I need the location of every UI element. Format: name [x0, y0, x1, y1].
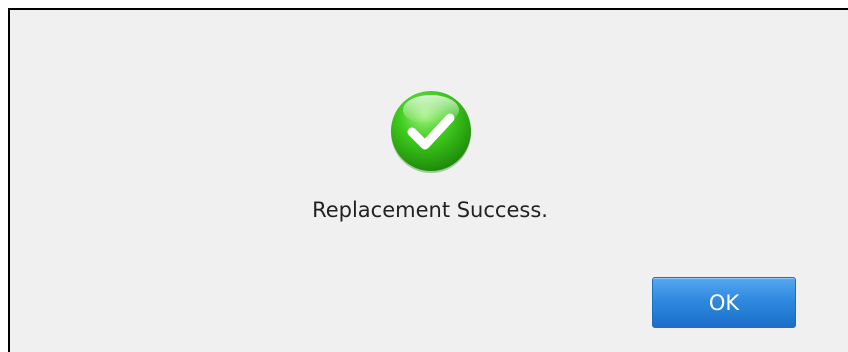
- ok-button[interactable]: OK: [652, 277, 796, 328]
- success-checkmark-icon: [391, 91, 471, 173]
- success-dialog: Replacement Success. OK: [8, 8, 848, 352]
- dialog-message: Replacement Success.: [312, 198, 548, 222]
